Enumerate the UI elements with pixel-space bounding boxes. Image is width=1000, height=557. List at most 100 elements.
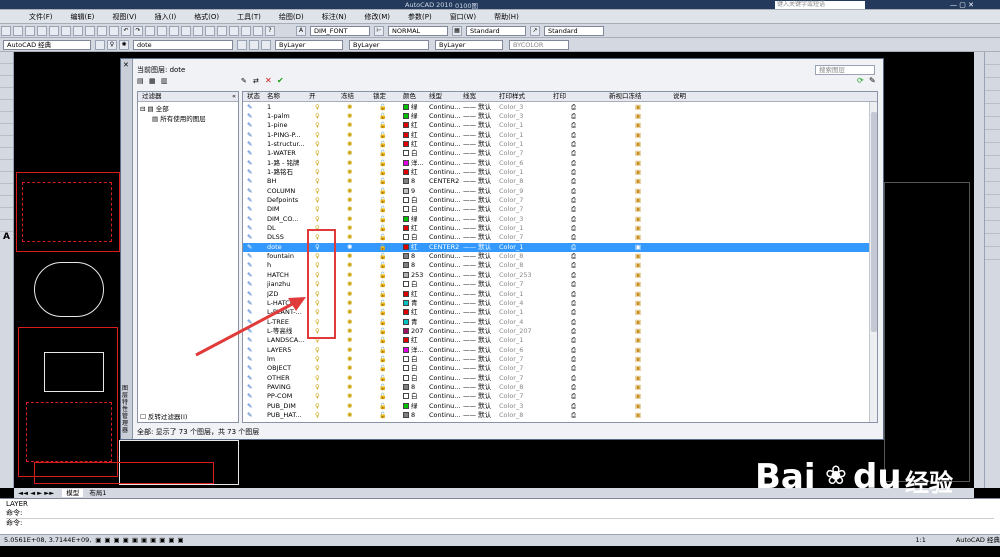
plot-printer-icon[interactable]: ⎙ <box>571 271 576 280</box>
layer-linetype[interactable]: Continu... <box>429 205 460 214</box>
freeze-sun-icon[interactable]: ✺ <box>347 121 352 130</box>
new-icon[interactable] <box>1 25 11 36</box>
vp-freeze-icon[interactable]: ▣ <box>635 280 641 289</box>
freeze-sun-icon[interactable]: ✺ <box>347 411 352 420</box>
plot-printer-icon[interactable]: ⎙ <box>571 140 576 149</box>
vp-freeze-icon[interactable]: ▣ <box>635 224 641 233</box>
spline-icon[interactable] <box>0 124 13 136</box>
layer-color-cell[interactable]: 白 <box>403 392 418 401</box>
layer-color-cell[interactable]: 白 <box>403 205 418 214</box>
on-off-lightbulb-icon[interactable]: ♀ <box>315 374 320 383</box>
freeze-sun-icon[interactable]: ✺ <box>347 140 352 149</box>
vp-freeze-icon[interactable]: ▣ <box>635 205 641 214</box>
layer-row[interactable]: ✎ OBJECT ♀ ✺ 🔓 白 Continu... —— 默认 Color_7 ⎙ ▣ <box>243 364 871 373</box>
point-icon[interactable] <box>0 172 13 184</box>
layer-name[interactable]: 1-structur... <box>267 140 305 149</box>
freeze-sun-icon[interactable]: ✺ <box>347 243 352 252</box>
on-off-lightbulb-icon[interactable]: ♀ <box>315 131 320 140</box>
layer-color-cell[interactable]: 青 <box>403 318 418 327</box>
set-current-icon[interactable]: ✔ <box>277 76 284 85</box>
plot-printer-icon[interactable]: ⎙ <box>571 215 576 224</box>
layer-lineweight-cell[interactable]: —— 默认 <box>463 140 491 149</box>
vp-freeze-icon[interactable]: ▣ <box>635 131 641 140</box>
vp-freeze-icon[interactable]: ▣ <box>635 327 641 336</box>
layer-list-scrollbar[interactable] <box>869 102 877 422</box>
layer-linetype[interactable]: Continu... <box>429 140 460 149</box>
menu-tools[interactable]: 工具(T) <box>228 12 270 22</box>
plot-printer-icon[interactable]: ⎙ <box>571 383 576 392</box>
freeze-sun-icon[interactable]: ✺ <box>347 374 352 383</box>
layer-linetype[interactable]: Continu... <box>429 355 460 364</box>
menu-help[interactable]: 帮助(H) <box>485 12 528 22</box>
freeze-sun-icon[interactable]: ✺ <box>347 224 352 233</box>
layer-row[interactable]: ✎ DIM ♀ ✺ 🔓 白 Continu... —— 默认 Color_7 ⎙ ▣ <box>243 205 871 214</box>
help-icon[interactable]: ? <box>265 25 275 36</box>
lock-icon[interactable]: 🔓 <box>379 215 386 224</box>
layer-name[interactable]: lm <box>267 355 275 364</box>
join-icon[interactable] <box>985 208 1000 221</box>
vp-freeze-icon[interactable]: ▣ <box>635 112 641 121</box>
freeze-sun-icon[interactable]: ✺ <box>347 149 352 158</box>
insert-block-icon[interactable] <box>0 148 13 160</box>
dim-style-select[interactable]: NORMAL <box>388 25 448 36</box>
layer-linetype[interactable]: Continu... <box>429 411 460 420</box>
layer-row[interactable]: ✎ DLSS ♀ ✺ 🔓 白 Continu... —— 默认 Color_7 ⎙ ▣ <box>243 233 871 242</box>
freeze-sun-icon[interactable]: ✺ <box>347 103 352 112</box>
col-lock[interactable]: 锁定 <box>373 92 386 101</box>
layer-row[interactable]: ✎ PUB_HAT... ♀ ✺ 🔓 8 Continu... —— 默认 Color_8 ⎙ ▣ <box>243 411 871 420</box>
layer-lineweight-cell[interactable]: —— 默认 <box>463 243 491 252</box>
layer-linetype[interactable]: Continu... <box>429 159 460 168</box>
layer-color-cell[interactable]: 白 <box>403 374 418 383</box>
freeze-sun-icon[interactable]: ✺ <box>347 252 352 261</box>
layer-linetype[interactable]: Continu... <box>429 290 460 299</box>
layer-row[interactable]: ✎ 1-pine ♀ ✺ 🔓 红 Continu... —— 默认 Color_1 ⎙ ▣ <box>243 121 871 130</box>
layer-lineweight-cell[interactable]: —— 默认 <box>463 121 491 130</box>
sheet-set-icon[interactable] <box>229 25 239 36</box>
layer-lineweight-cell[interactable]: —— 默认 <box>463 233 491 242</box>
plot-printer-icon[interactable]: ⎙ <box>571 411 576 420</box>
freeze-sun-icon[interactable]: ✺ <box>347 168 352 177</box>
lock-icon[interactable]: 🔓 <box>379 318 386 327</box>
line-icon[interactable] <box>0 52 13 64</box>
layer-lineweight-cell[interactable]: —— 默认 <box>463 411 491 420</box>
vp-freeze-icon[interactable]: ▣ <box>635 308 641 317</box>
pan-icon[interactable] <box>145 25 155 36</box>
tool-palettes-icon[interactable] <box>217 25 227 36</box>
on-off-lightbulb-icon[interactable]: ♀ <box>315 149 320 158</box>
layer-color-cell[interactable]: 洋... <box>403 159 424 168</box>
on-off-lightbulb-icon[interactable]: ♀ <box>315 392 320 401</box>
layer-row[interactable]: ✎ jianzhu ♀ ✺ 🔓 白 Continu... —— 默认 Color_7 ⎙ ▣ <box>243 280 871 289</box>
lock-icon[interactable]: 🔓 <box>379 271 386 280</box>
vp-freeze-icon[interactable]: ▣ <box>635 252 641 261</box>
layer-row[interactable]: ✎ L-PLANT-... ♀ ✺ 🔓 红 Continu... —— 默认 Color_1 ⎙ ▣ <box>243 308 871 317</box>
freeze-sun-icon[interactable]: ✺ <box>347 336 352 345</box>
layer-lineweight-cell[interactable]: —— 默认 <box>463 374 491 383</box>
circle-icon[interactable] <box>0 112 13 124</box>
layer-lineweight-cell[interactable]: —— 默认 <box>463 187 491 196</box>
match-properties-icon[interactable] <box>109 25 119 36</box>
layer-previous-icon[interactable] <box>249 39 259 50</box>
vp-freeze-icon[interactable]: ▣ <box>635 336 641 345</box>
plot-printer-icon[interactable]: ⎙ <box>571 177 576 186</box>
freeze-sun-icon[interactable]: ✺ <box>347 318 352 327</box>
layer-lineweight-cell[interactable]: —— 默认 <box>463 299 491 308</box>
polyline-icon[interactable] <box>0 64 13 76</box>
layer-color-cell[interactable]: 红 <box>403 121 418 130</box>
vp-freeze-icon[interactable]: ▣ <box>635 411 641 420</box>
layer-name[interactable]: L-等高线 <box>267 327 292 336</box>
vp-freeze-icon[interactable]: ▣ <box>635 271 641 280</box>
layer-color-cell[interactable]: 洋... <box>403 346 424 355</box>
vp-freeze-icon[interactable]: ▣ <box>635 299 641 308</box>
vp-freeze-icon[interactable]: ▣ <box>635 402 641 411</box>
layer-name[interactable]: h <box>267 261 271 270</box>
tab-layout1[interactable]: 布局1 <box>85 489 110 497</box>
layer-name[interactable]: fountain <box>267 252 294 261</box>
layer-lineweight-cell[interactable]: —— 默认 <box>463 131 491 140</box>
lock-icon[interactable]: 🔓 <box>379 252 386 261</box>
layer-color-cell[interactable]: 红 <box>403 224 418 233</box>
layer-linetype[interactable]: Continu... <box>429 224 460 233</box>
layer-linetype[interactable]: Continu... <box>429 383 460 392</box>
freeze-sun-icon[interactable]: ✺ <box>347 364 352 373</box>
layer-color-cell[interactable]: 红 <box>403 308 418 317</box>
trim-icon[interactable] <box>985 169 1000 182</box>
